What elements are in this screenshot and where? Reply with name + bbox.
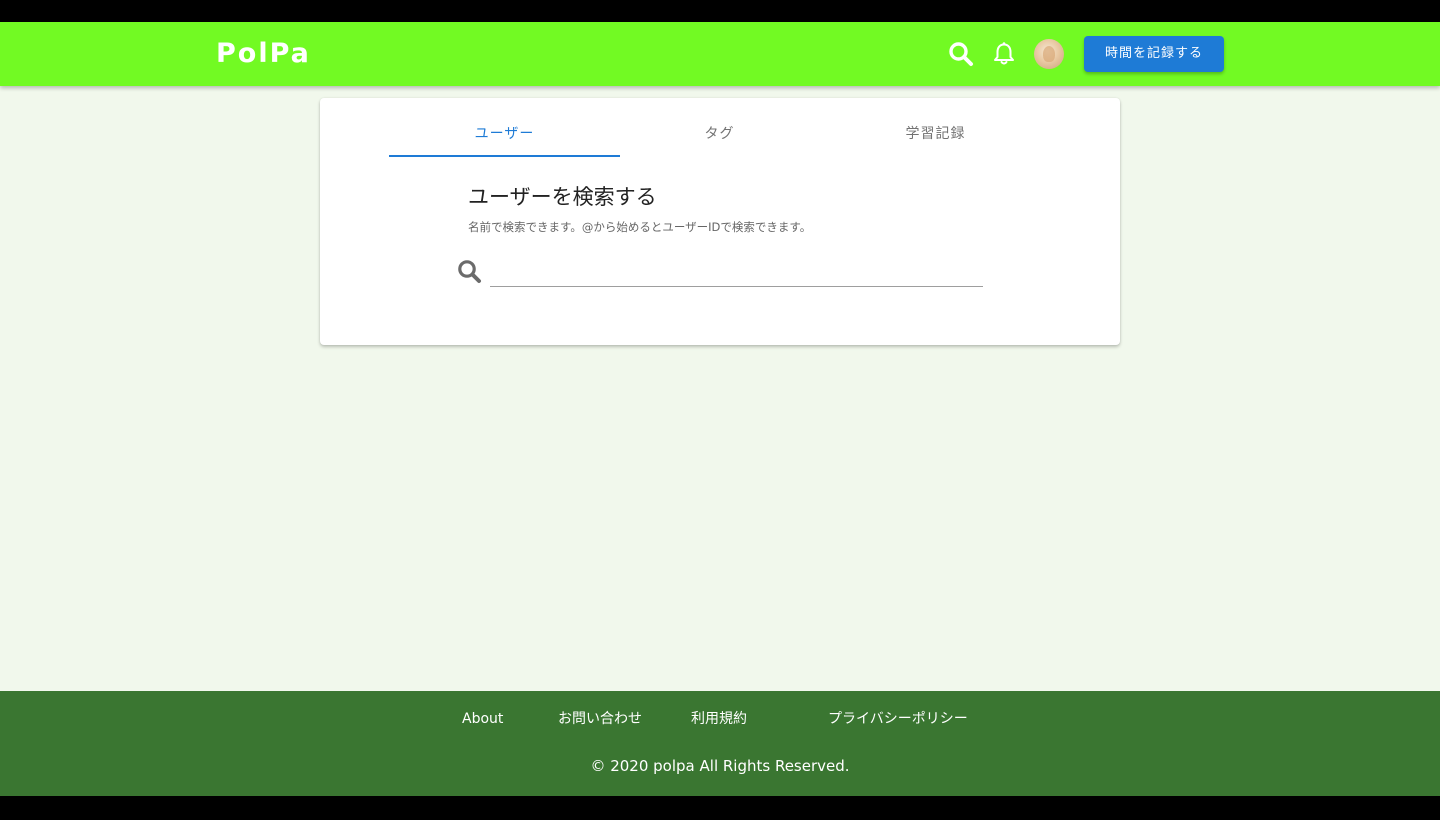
app-header: PolPa 時間を記録する (0, 22, 1440, 86)
footer-link-contact[interactable]: お問い合わせ (558, 709, 642, 729)
search-description: 名前で検索できます。@から始めるとユーザーIDで検索できます。 (468, 220, 812, 234)
footer: About お問い合わせ 利用規約 プライバシーポリシー © 2020 polp… (0, 691, 1440, 796)
tab-tags[interactable]: タグ (604, 98, 835, 157)
tab-users[interactable]: ユーザー (389, 98, 620, 157)
footer-link-about[interactable]: About (462, 709, 503, 729)
footer-link-privacy[interactable]: プライバシーポリシー (828, 709, 968, 729)
search-title: ユーザーを検索する (468, 185, 657, 209)
copyright: © 2020 polpa All Rights Reserved. (590, 757, 850, 775)
logo[interactable]: PolPa (216, 37, 311, 71)
active-tab-indicator (389, 155, 620, 157)
footer-link-terms[interactable]: 利用規約 (691, 709, 747, 729)
app-viewport: PolPa 時間を記録する ユーザー タグ 学習記録 ユーザーを検索する 名前で… (0, 22, 1440, 796)
search-icon (458, 260, 481, 283)
search-card: ユーザー タグ 学習記録 ユーザーを検索する 名前で検索できます。@から始めると… (320, 98, 1120, 345)
search-icon[interactable] (947, 40, 975, 68)
record-time-button[interactable]: 時間を記録する (1084, 36, 1224, 72)
user-search-input[interactable] (490, 254, 983, 287)
bell-icon[interactable] (990, 40, 1018, 68)
avatar[interactable] (1034, 39, 1064, 69)
tab-study-records[interactable]: 学習記録 (820, 98, 1051, 157)
